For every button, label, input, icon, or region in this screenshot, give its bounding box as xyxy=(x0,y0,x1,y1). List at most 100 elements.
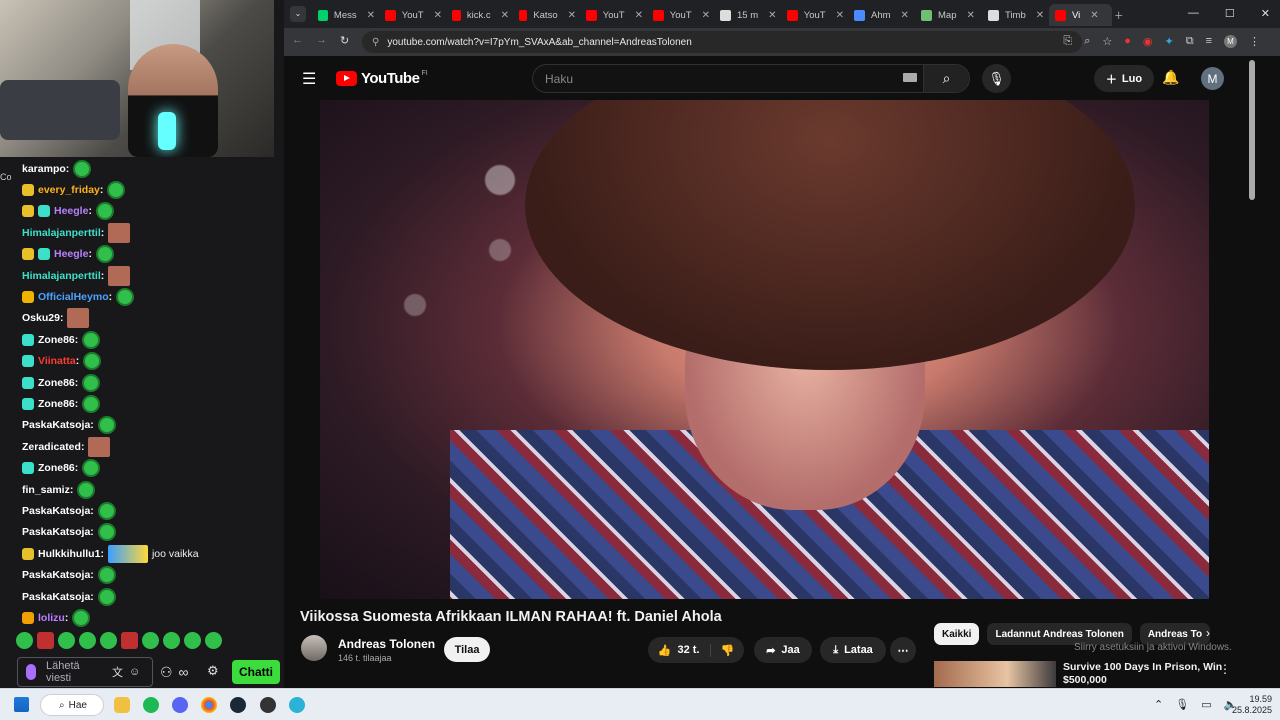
browser-tab[interactable]: YouT ✕ xyxy=(647,4,710,26)
chat-username[interactable]: PaskaKatsoja xyxy=(22,419,90,431)
chat-username[interactable]: fin_samiz xyxy=(22,484,70,496)
extension-icon[interactable]: ✦ xyxy=(1165,35,1174,48)
chat-username[interactable]: Osku29 xyxy=(22,312,60,324)
gear-icon[interactable]: ⚙ xyxy=(207,663,219,679)
browser-tab[interactable]: 15 m ✕ xyxy=(714,4,777,26)
chat-username[interactable]: Zone86 xyxy=(38,377,75,389)
emote-icon[interactable] xyxy=(82,330,101,349)
chat-username[interactable]: Himalajanperttil xyxy=(22,270,101,282)
close-tab-icon[interactable]: ✕ xyxy=(635,10,643,21)
zoom-icon[interactable]: ⌕ xyxy=(1084,35,1090,48)
chat-username[interactable]: Zone86 xyxy=(38,462,75,474)
emote-icon[interactable] xyxy=(73,159,92,178)
browser-tab[interactable]: YouT ✕ xyxy=(379,4,442,26)
voice-search-button[interactable]: 🎙 xyxy=(982,64,1011,93)
chat-username[interactable]: Himalajanperttil xyxy=(22,227,101,239)
chat-username[interactable]: PaskaKatsoja xyxy=(22,526,90,538)
emote-icon[interactable] xyxy=(82,394,101,413)
close-tab-icon[interactable]: ✕ xyxy=(901,10,909,21)
badge-icon[interactable] xyxy=(22,376,34,389)
badge-icon[interactable] xyxy=(22,355,34,368)
account-avatar[interactable]: M xyxy=(1201,67,1224,90)
more-vert-icon[interactable]: ⋮ xyxy=(1219,662,1231,676)
chat-username[interactable]: Heegle xyxy=(54,248,88,260)
badge-icon[interactable] xyxy=(22,291,34,304)
spotify-icon[interactable] xyxy=(143,697,159,713)
chat-username[interactable]: lolizu xyxy=(38,612,65,624)
browser-tab[interactable]: Mess ✕ xyxy=(312,4,375,26)
channel-avatar[interactable] xyxy=(301,635,327,661)
emote-icon[interactable] xyxy=(16,632,33,649)
emote-icon[interactable] xyxy=(95,202,114,221)
puzzle-icon[interactable]: ⧉ xyxy=(1186,35,1194,48)
close-tab-icon[interactable]: ✕ xyxy=(434,10,442,21)
close-tab-icon[interactable]: ✕ xyxy=(702,10,710,21)
chat-username[interactable]: Hulkkihullu1 xyxy=(38,548,100,560)
chrome-icon[interactable] xyxy=(201,697,217,713)
badge-icon[interactable] xyxy=(22,205,34,218)
chat-username[interactable]: Heegle xyxy=(54,205,88,217)
emote-icon[interactable] xyxy=(82,459,101,478)
badge-icon[interactable] xyxy=(22,611,34,624)
search-input[interactable]: Haku ⌕ xyxy=(532,64,970,93)
search-button[interactable]: ⌕ xyxy=(923,65,969,92)
maximize-icon[interactable]: ☐ xyxy=(1225,7,1235,20)
emote-icon[interactable] xyxy=(163,632,180,649)
reload-icon[interactable]: ↻ xyxy=(340,34,349,47)
close-tab-icon[interactable]: ✕ xyxy=(768,10,776,21)
close-tab-icon[interactable]: ✕ xyxy=(1090,10,1098,21)
badge-icon[interactable] xyxy=(22,397,34,410)
minimize-icon[interactable]: — xyxy=(1188,7,1199,20)
taskbar-search[interactable]: ⌕ Hae xyxy=(40,694,104,716)
share-button[interactable]: ➦ Jaa xyxy=(754,637,812,663)
emote-icon[interactable] xyxy=(97,523,116,542)
browser-tab[interactable]: Ahm ✕ xyxy=(848,4,911,26)
site-info-icon[interactable]: ⚲ xyxy=(372,37,379,48)
page-scrollbar[interactable] xyxy=(1248,56,1256,688)
emote-icon[interactable] xyxy=(108,222,131,243)
emote-icon[interactable] xyxy=(107,181,126,200)
youtube-logo[interactable]: YouTube FI xyxy=(336,70,428,87)
emote-icon[interactable] xyxy=(205,632,222,649)
close-tab-icon[interactable]: ✕ xyxy=(966,10,974,21)
emote-icon[interactable] xyxy=(97,566,116,585)
emote-icon[interactable] xyxy=(107,544,148,563)
recommended-title[interactable]: Survive 100 Days In Prison, Win $500,000 xyxy=(1063,661,1233,687)
chat-username[interactable]: PaskaKatsoja xyxy=(22,569,90,581)
emote-icon[interactable] xyxy=(77,480,96,499)
chat-input[interactable]: Lähetä viesti 文 ☺ xyxy=(17,657,153,687)
emote-icon[interactable] xyxy=(95,245,114,264)
emote-icon[interactable] xyxy=(121,632,138,649)
recommended-thumbnail[interactable] xyxy=(934,661,1056,687)
chevron-up-icon[interactable]: ⌃ xyxy=(1154,698,1163,711)
create-button[interactable]: ＋ Luo xyxy=(1094,65,1154,92)
emote-icon[interactable] xyxy=(184,632,201,649)
emote-icon[interactable] xyxy=(116,288,135,307)
chat-username[interactable]: OfficialHeymo xyxy=(38,291,109,303)
chat-username[interactable]: karampo xyxy=(22,163,66,175)
menu-icon[interactable]: ⋮ xyxy=(1249,35,1260,48)
browser-tab[interactable]: kick.c ✕ xyxy=(446,4,509,26)
emote-icon[interactable] xyxy=(82,373,101,392)
hamburger-icon[interactable]: ☰ xyxy=(302,69,316,89)
steam-icon[interactable] xyxy=(230,697,246,713)
badge-icon[interactable] xyxy=(22,184,34,197)
emote-icon[interactable] xyxy=(72,608,91,627)
close-tab-icon[interactable]: ✕ xyxy=(501,10,509,21)
install-icon[interactable]: ⎘ xyxy=(1063,35,1072,48)
browser-tab[interactable]: Vi ✕ xyxy=(1049,4,1112,26)
badge-icon[interactable] xyxy=(22,333,34,346)
emoji-icon[interactable]: ☺ xyxy=(129,666,140,678)
taskbar-clock[interactable]: 19.59 25.8.2025 xyxy=(1232,694,1272,716)
emote-icon[interactable] xyxy=(97,416,116,435)
mic-icon[interactable]: 🎙 xyxy=(1175,698,1189,711)
emote-icon[interactable] xyxy=(97,501,116,520)
badge-icon[interactable] xyxy=(38,248,50,261)
video-player[interactable] xyxy=(320,100,1209,599)
tab-search-icon[interactable]: ⌄ xyxy=(290,6,306,22)
extension-icon[interactable]: ◉ xyxy=(1143,35,1153,48)
channel-name[interactable]: Andreas Tolonen xyxy=(338,637,435,651)
start-button[interactable] xyxy=(14,697,29,712)
close-tab-icon[interactable]: ✕ xyxy=(836,10,844,21)
chat-username[interactable]: Zone86 xyxy=(38,334,75,346)
